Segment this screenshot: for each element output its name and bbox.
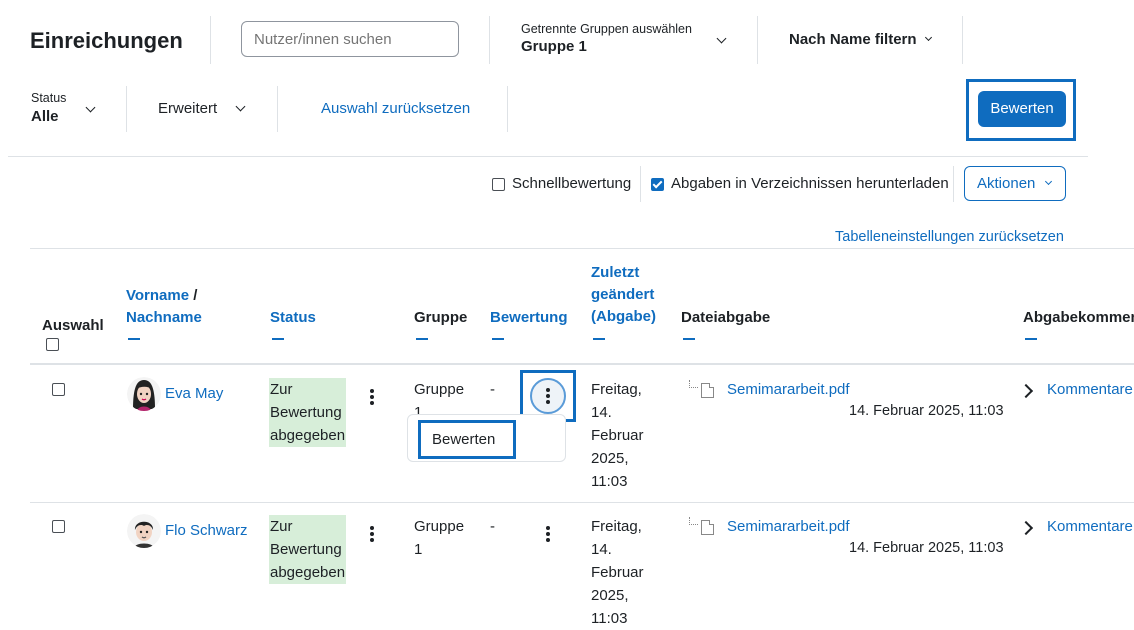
name-filter-label: Nach Name filtern xyxy=(789,31,917,48)
chevron-down-icon xyxy=(924,33,932,42)
row-select-checkbox[interactable] xyxy=(52,383,65,396)
expand-comments-icon[interactable] xyxy=(1018,383,1034,399)
divider xyxy=(489,16,490,64)
name-filter-button[interactable]: Nach Name filtern xyxy=(789,31,932,51)
name-separator: / xyxy=(193,287,198,304)
collapse-icon[interactable] xyxy=(1025,338,1037,340)
collapse-icon[interactable] xyxy=(128,338,140,340)
column-header-status: Status xyxy=(270,307,316,329)
divider xyxy=(277,86,278,132)
avatar xyxy=(127,377,161,411)
file-date: 14. Februar 2025, 11:03 xyxy=(849,540,1004,556)
comments-link[interactable]: Kommentare xyxy=(1047,518,1133,535)
sort-modified-link[interactable]: Zuletzt geändert (Abgabe) xyxy=(591,264,656,325)
advanced-filter-label: Erweitert xyxy=(158,100,218,117)
collapse-icon[interactable] xyxy=(272,338,284,340)
quick-grading-label: Schnellbewertung xyxy=(512,175,632,192)
user-name-link[interactable]: Flo Schwarz xyxy=(165,522,248,539)
sort-status-link[interactable]: Status xyxy=(270,309,316,326)
select-all-checkbox[interactable] xyxy=(46,338,59,351)
pdf-file-icon xyxy=(701,520,714,535)
group-cell: Gruppe 1 xyxy=(414,518,465,558)
search-input[interactable] xyxy=(241,21,459,57)
page-title: Einreichungen xyxy=(30,28,183,53)
group-select-label: Getrennte Gruppen auswählen xyxy=(521,22,692,36)
column-header-select: Auswahl xyxy=(42,317,104,334)
group-select-value: Gruppe 1 xyxy=(521,38,587,55)
chevron-down-icon xyxy=(1044,177,1053,186)
status-badge: Zur Bewertung abgegeben xyxy=(269,378,347,447)
column-header-name: Vorname / Nachname xyxy=(126,285,202,329)
grade-actions-menu-button[interactable] xyxy=(530,378,566,414)
expand-comments-icon[interactable] xyxy=(1018,520,1034,536)
header-divider xyxy=(8,156,1088,157)
avatar xyxy=(127,514,161,548)
tree-connector xyxy=(689,380,698,388)
grade-actions-menu-icon[interactable] xyxy=(546,526,550,542)
status-actions-menu-icon[interactable] xyxy=(370,389,374,405)
divider xyxy=(757,16,758,64)
advanced-filter-button[interactable]: Erweitert xyxy=(158,100,253,120)
column-header-comments: Abgabekommentare xyxy=(1023,309,1134,326)
table-header-border xyxy=(30,363,1134,365)
collapse-icon[interactable] xyxy=(492,338,504,340)
grade-button[interactable]: Bewerten xyxy=(978,91,1066,127)
modified-line-2: geändert xyxy=(591,286,655,303)
file-link[interactable]: Semimararbeit.pdf xyxy=(727,381,850,398)
grade-cell: - xyxy=(490,518,495,535)
modified-line-3: (Abgabe) xyxy=(591,308,656,325)
download-folders-label: Abgaben in Verzeichnissen herunterladen xyxy=(671,175,949,192)
reset-selection-link[interactable]: Auswahl zurücksetzen xyxy=(321,100,470,117)
chevron-down-icon xyxy=(235,101,246,112)
modified-cell: Freitag, 14. Februar 2025, 11:03 xyxy=(591,381,644,490)
modified-line-1: Zuletzt xyxy=(591,264,640,281)
sort-grade-link[interactable]: Bewertung xyxy=(490,309,568,326)
column-header-group: Gruppe xyxy=(414,309,468,326)
divider xyxy=(210,16,211,64)
column-header-file-submission: Dateiabgabe xyxy=(681,309,771,326)
divider xyxy=(962,16,963,64)
modified-cell: Freitag, 14. Februar 2025, 11:03 xyxy=(591,518,644,627)
divider xyxy=(640,166,641,202)
reset-table-settings-link[interactable]: Tabelleneinstellungen zurücksetzen xyxy=(835,229,1064,245)
divider xyxy=(953,166,954,202)
group-select[interactable]: Getrennte Gruppen auswählen Gruppe 1 xyxy=(521,22,731,62)
row-select-checkbox[interactable] xyxy=(52,520,65,533)
pdf-file-icon xyxy=(701,383,714,398)
actions-label: Aktionen xyxy=(977,175,1036,192)
quick-grading-checkbox[interactable] xyxy=(492,178,505,191)
collapse-icon[interactable] xyxy=(683,338,695,340)
download-folders-checkbox[interactable] xyxy=(651,178,664,191)
divider xyxy=(126,86,127,132)
collapse-icon[interactable] xyxy=(416,338,428,340)
file-link[interactable]: Semimararbeit.pdf xyxy=(727,518,850,535)
column-header-modified: Zuletzt geändert (Abgabe) xyxy=(591,262,656,328)
menu-item-grade[interactable]: Bewerten xyxy=(432,431,495,448)
actions-dropdown[interactable]: Aktionen xyxy=(964,166,1066,201)
column-header-grade: Bewertung xyxy=(490,307,568,329)
sort-firstname-link[interactable]: Vorname xyxy=(126,287,189,304)
sort-lastname-link[interactable]: Nachname xyxy=(126,309,202,326)
comments-link[interactable]: Kommentare xyxy=(1047,381,1133,398)
file-date: 14. Februar 2025, 11:03 xyxy=(849,403,1004,419)
grade-cell: - xyxy=(490,381,495,398)
divider xyxy=(507,86,508,132)
status-filter[interactable]: Status Alle xyxy=(31,91,101,131)
user-name-link[interactable]: Eva May xyxy=(165,385,223,402)
status-actions-menu-icon[interactable] xyxy=(370,526,374,542)
row-divider xyxy=(30,502,1134,503)
tree-connector xyxy=(689,517,698,525)
collapse-icon[interactable] xyxy=(593,338,605,340)
status-badge: Zur Bewertung abgegeben xyxy=(269,515,347,584)
table-top-border xyxy=(30,248,1134,249)
kebab-icon xyxy=(546,388,550,404)
